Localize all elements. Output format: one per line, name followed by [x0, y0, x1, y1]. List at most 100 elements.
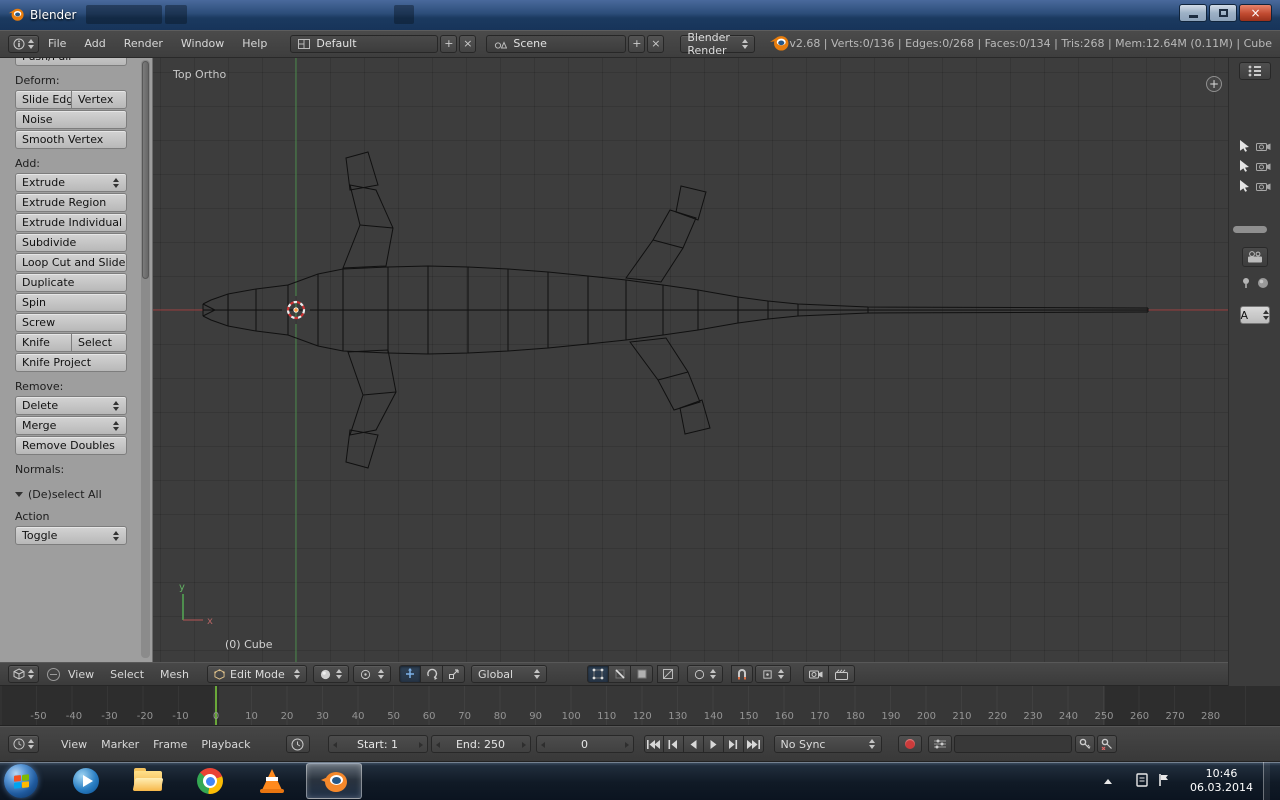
- toolshelf-button-extrude-individual[interactable]: Extrude Individual: [15, 213, 127, 232]
- toolshelf-button-duplicate[interactable]: Duplicate: [15, 273, 127, 292]
- toolshelf-panel-header-de-select-all[interactable]: (De)select All: [15, 486, 152, 502]
- toolshelf-button-smooth-vertex[interactable]: Smooth Vertex: [15, 130, 127, 149]
- transform-orientation-dropdown[interactable]: Global: [471, 665, 547, 683]
- pivot-point-dropdown[interactable]: [353, 665, 391, 683]
- 3d-viewport[interactable]: y x Top Ortho (0) Cube +: [153, 58, 1228, 662]
- add-screen-layout-button[interactable]: +: [440, 35, 457, 53]
- pin-icon[interactable]: [1241, 277, 1251, 292]
- taskbar-blender-button[interactable]: [306, 763, 362, 799]
- screen-layout-dropdown[interactable]: Default: [290, 35, 438, 53]
- opengl-render-animation-button[interactable]: [829, 665, 855, 683]
- mode-selector-dropdown[interactable]: Edit Mode: [207, 665, 307, 683]
- toolshelf-button-knife-project[interactable]: Knife Project: [15, 353, 127, 372]
- menu-view[interactable]: View: [61, 738, 87, 751]
- expand-properties-region-button[interactable]: +: [1206, 76, 1222, 92]
- toolshelf-button-push-pull[interactable]: Push/Pull: [15, 58, 127, 66]
- proportional-edit-dropdown[interactable]: [687, 665, 723, 683]
- face-select-mode-button[interactable]: [631, 665, 653, 683]
- restrict-select-icon[interactable]: [1239, 159, 1250, 175]
- restrict-render-icon[interactable]: [1256, 181, 1271, 194]
- toolshelf-button-knife[interactable]: Knife: [15, 333, 71, 352]
- toolshelf-button-extrude-region[interactable]: Extrude Region: [15, 193, 127, 212]
- edge-select-mode-button[interactable]: [609, 665, 631, 683]
- menu-playback[interactable]: Playback: [201, 738, 250, 751]
- jump-to-start-button[interactable]: [644, 735, 664, 753]
- toolshelf-button-slide-edg[interactable]: Slide Edg: [15, 90, 71, 109]
- properties-render-tab[interactable]: [1242, 247, 1268, 267]
- taskbar-vlc-button[interactable]: [244, 763, 300, 799]
- menu-view[interactable]: View: [68, 668, 94, 681]
- opengl-render-image-button[interactable]: [803, 665, 829, 683]
- restrict-select-icon[interactable]: [1239, 179, 1250, 195]
- scale-manipulator-button[interactable]: [443, 665, 465, 683]
- show-hidden-icons-button[interactable]: [1104, 779, 1112, 784]
- taskbar-clock[interactable]: 10:46 06.03.2014: [1190, 767, 1253, 795]
- menu-render[interactable]: Render: [124, 37, 163, 50]
- insert-keyframe-button[interactable]: [1075, 735, 1095, 753]
- current-frame-field[interactable]: 0: [536, 735, 634, 753]
- restrict-render-icon[interactable]: [1256, 141, 1271, 154]
- material-sphere-icon[interactable]: [1257, 277, 1269, 292]
- toolshelf-dropdown-merge[interactable]: Merge: [15, 416, 127, 435]
- show-desktop-button[interactable]: [1263, 762, 1270, 800]
- window-titlebar[interactable]: Blender ×: [0, 0, 1280, 30]
- right-panel-a-dropdown[interactable]: A: [1240, 306, 1270, 324]
- audio-sync-dropdown[interactable]: No Sync: [774, 735, 882, 753]
- toolshelf-button-remove-doubles[interactable]: Remove Doubles: [15, 436, 127, 455]
- use-preview-range-button[interactable]: [286, 735, 310, 753]
- toolshelf-button-loop-cut-and-slide[interactable]: Loop Cut and Slide: [15, 253, 127, 272]
- toolshelf-dropdown-toggle[interactable]: Toggle: [15, 526, 127, 545]
- delete-keyframe-button[interactable]: [1097, 735, 1117, 753]
- action-center-flag-icon[interactable]: [1158, 773, 1170, 790]
- prev-keyframe-button[interactable]: [664, 735, 684, 753]
- menu-marker[interactable]: Marker: [101, 738, 139, 751]
- lizard-wireframe-mesh[interactable]: [203, 152, 1148, 468]
- toolshelf-button-screw[interactable]: Screw: [15, 313, 127, 332]
- toolshelf-button-select[interactable]: Select: [71, 333, 127, 352]
- remove-screen-layout-button[interactable]: ×: [459, 35, 476, 53]
- menu-select[interactable]: Select: [110, 668, 144, 681]
- taskbar-media-player-button[interactable]: [58, 763, 114, 799]
- menu-window[interactable]: Window: [181, 37, 224, 50]
- close-button[interactable]: ×: [1239, 4, 1272, 22]
- timeline-editor-type-button[interactable]: [8, 735, 39, 753]
- rotate-manipulator-button[interactable]: [421, 665, 443, 683]
- toolshelf-dropdown-delete[interactable]: Delete: [15, 396, 127, 415]
- auto-keyframe-button[interactable]: [898, 735, 922, 753]
- toolshelf-button-spin[interactable]: Spin: [15, 293, 127, 312]
- menu-add[interactable]: Add: [84, 37, 105, 50]
- 3d-cursor[interactable]: [282, 296, 310, 324]
- keying-set-settings-button[interactable]: [928, 735, 952, 753]
- next-keyframe-button[interactable]: [724, 735, 744, 753]
- scene-dropdown[interactable]: Scene: [486, 35, 626, 53]
- toolshelf-button-noise[interactable]: Noise: [15, 110, 127, 129]
- viewport-editor-type-button[interactable]: [8, 665, 39, 683]
- play-reverse-button[interactable]: [684, 735, 704, 753]
- maximize-button[interactable]: [1209, 4, 1237, 22]
- menu-file[interactable]: File: [48, 37, 66, 50]
- info-editor-type-button[interactable]: [8, 35, 39, 53]
- taskbar-chrome-button[interactable]: [182, 763, 238, 799]
- outliner-horizontal-scrollbar[interactable]: [1233, 226, 1267, 233]
- tool-shelf-scrollbar-thumb[interactable]: [142, 61, 149, 279]
- restrict-select-icon[interactable]: [1239, 139, 1250, 155]
- tray-document-icon[interactable]: [1136, 773, 1148, 790]
- toolshelf-dropdown-extrude[interactable]: Extrude: [15, 173, 127, 192]
- jump-to-end-button[interactable]: [744, 735, 764, 753]
- menu-mesh[interactable]: Mesh: [160, 668, 189, 681]
- collapse-menus-icon[interactable]: [47, 668, 60, 681]
- toolshelf-button-vertex[interactable]: Vertex: [71, 90, 127, 109]
- toolshelf-button-subdivide[interactable]: Subdivide: [15, 233, 127, 252]
- translate-manipulator-button[interactable]: [399, 665, 421, 683]
- add-scene-button[interactable]: +: [628, 35, 645, 53]
- taskbar-explorer-button[interactable]: [120, 763, 176, 799]
- play-button[interactable]: [704, 735, 724, 753]
- end-frame-field[interactable]: End: 250: [431, 735, 531, 753]
- vertex-select-mode-button[interactable]: [587, 665, 609, 683]
- snap-element-dropdown[interactable]: [755, 665, 791, 683]
- active-keying-set-field[interactable]: [954, 735, 1072, 753]
- menu-frame[interactable]: Frame: [153, 738, 187, 751]
- limit-selection-to-visible-button[interactable]: [657, 665, 679, 683]
- start-button[interactable]: [4, 764, 38, 798]
- render-engine-dropdown[interactable]: Blender Render: [680, 35, 755, 53]
